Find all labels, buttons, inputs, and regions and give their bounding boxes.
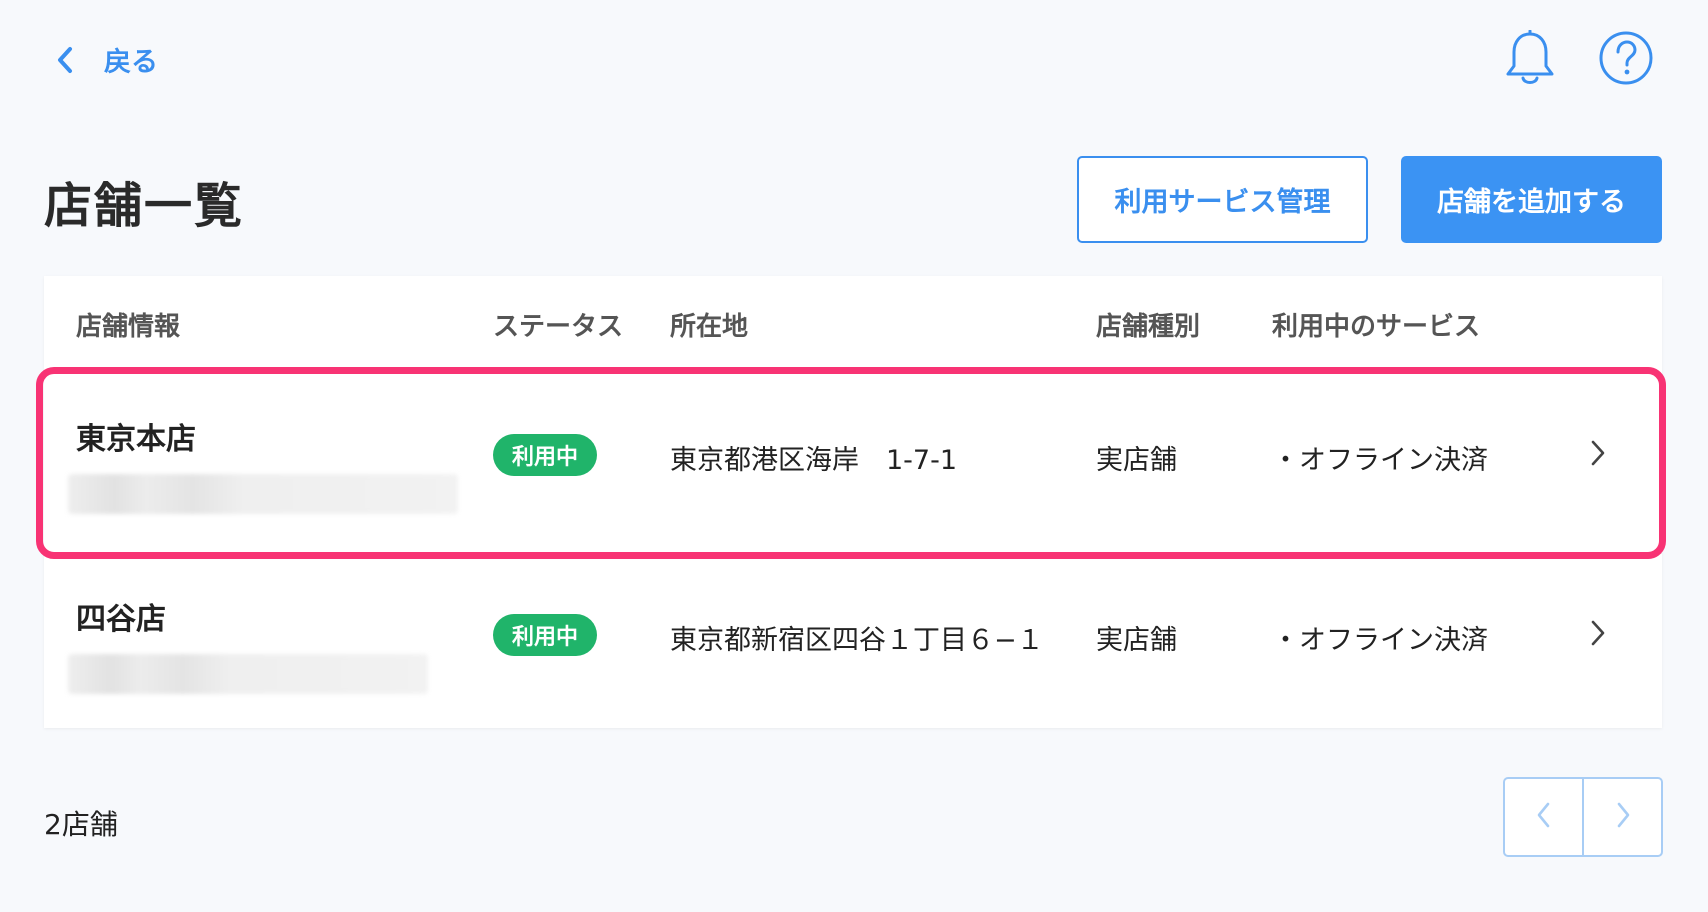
back-link[interactable]: 戻る [56,40,158,79]
chevron-right-icon [1615,801,1631,833]
chevron-right-icon[interactable] [1590,618,1606,652]
previous-page-button[interactable] [1505,779,1584,855]
top-icons [1504,29,1654,92]
manage-services-button[interactable]: 利用サービス管理 [1077,156,1368,243]
add-store-button[interactable]: 店舗を追加する [1401,156,1662,243]
store-table: 店舗情報 ステータス 所在地 店舗種別 利用中のサービス 東京本店 利用中 東京… [44,276,1662,728]
redacted-store-detail [68,654,428,694]
store-type: 実店舗 [1096,625,1177,656]
store-services: ・オフライン決済 [1272,625,1488,656]
store-services: ・オフライン決済 [1272,445,1488,476]
store-list-page: 戻る 店舗一覧 利用サービス管理 店舗を追加する 店舗情報 ステータス 所在地 … [0,0,1708,912]
store-address: 東京都港区海岸 1-7-1 [670,445,958,476]
help-icon[interactable] [1598,30,1654,92]
column-header-store-info: 店舗情報 [76,312,181,342]
table-row[interactable]: 四谷店 利用中 東京都新宿区四谷１丁目６−１ 実店舗 ・オフライン決済 [44,553,1662,733]
status-badge: 利用中 [493,614,597,656]
store-name: 東京本店 [76,422,196,457]
column-header-services: 利用中のサービス [1272,312,1481,342]
redacted-store-detail [68,474,458,514]
store-count: 2店舗 [44,808,118,841]
store-type: 実店舗 [1096,445,1177,476]
column-header-address: 所在地 [670,312,749,342]
store-name: 四谷店 [76,602,166,637]
chevron-right-icon[interactable] [1590,438,1606,472]
page-title: 店舗一覧 [44,178,245,234]
chevron-left-icon [1536,801,1552,833]
chevron-left-icon [56,46,74,74]
column-header-store-type: 店舗種別 [1096,312,1201,342]
table-row[interactable]: 東京本店 利用中 東京都港区海岸 1-7-1 実店舗 ・オフライン決済 [44,374,1662,554]
column-header-status: ステータス [493,312,624,342]
back-label: 戻る [104,47,158,78]
store-address: 東京都新宿区四谷１丁目６−１ [670,625,1044,656]
pagination [1503,777,1663,857]
bell-icon[interactable] [1504,29,1556,92]
status-badge: 利用中 [493,434,597,476]
next-page-button[interactable] [1584,779,1661,855]
